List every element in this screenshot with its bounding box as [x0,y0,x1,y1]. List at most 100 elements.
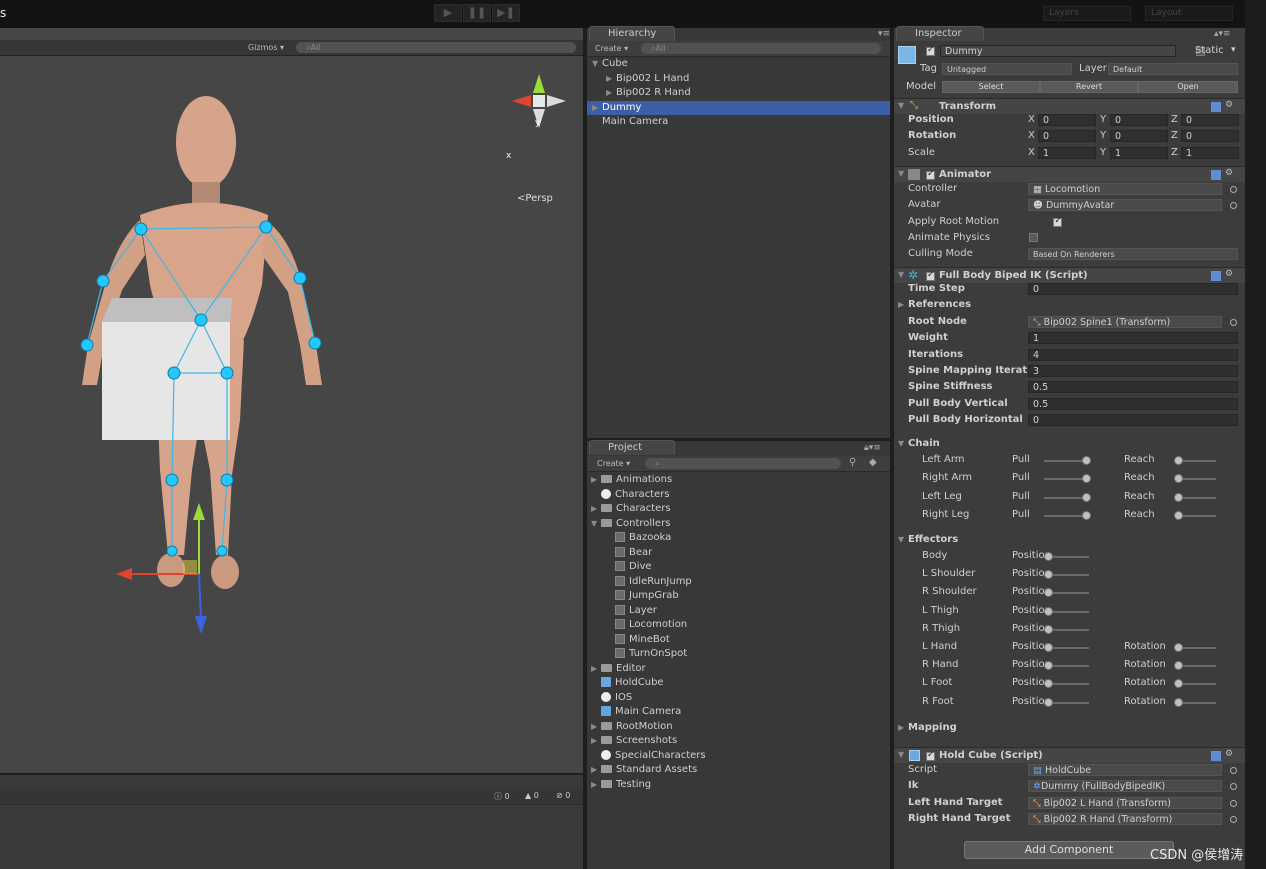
effectors-title[interactable]: Effectors [908,534,958,545]
avatar-field[interactable]: ☻ DummyAvatar [1028,199,1222,211]
project-item[interactable]: Locomotion [587,618,890,633]
panel-menu-icon[interactable]: ▾≡ [878,29,890,39]
project-item[interactable]: ▶ Screenshots [587,734,890,749]
transform-y-field[interactable]: 0 [1110,130,1168,143]
held-cube[interactable] [102,298,232,440]
slider-knob[interactable] [1044,643,1053,652]
culling-mode-dropdown[interactable]: Based On Renderers [1028,248,1238,260]
object-picker-icon[interactable] [1230,783,1237,791]
slider-knob[interactable] [1044,697,1053,707]
ik-field-object[interactable]: ⤡ Bip002 Spine1 (Transform) [1028,315,1222,328]
slider-knob[interactable] [1044,588,1053,598]
animator-enabled-checkbox[interactable] [926,169,935,180]
lock-icon[interactable]: 🔒︎▾≡ [864,443,881,453]
expand-arrow-icon[interactable]: ▶ [591,662,601,677]
slider-knob[interactable] [1174,643,1183,652]
animate-physics-checkbox[interactable] [1029,233,1038,242]
slider-knob[interactable] [1044,570,1053,580]
help-icon[interactable] [1211,170,1221,180]
layout-dropdown[interactable]: Layout [1145,6,1233,21]
inspector-lock-icon[interactable]: ▴▾≡ [1214,29,1231,39]
tab-project[interactable]: Project [589,440,675,455]
expand-arrow-icon[interactable]: ▶ [591,763,601,778]
slider-knob[interactable] [1174,492,1183,502]
apply-root-motion-checkbox[interactable] [1053,216,1063,227]
tab-hierarchy[interactable]: Hierarchy [589,26,675,41]
object-picker-icon[interactable] [1230,186,1237,193]
mapping-title[interactable]: Mapping [908,722,957,733]
object-picker-icon[interactable] [1230,767,1237,774]
slider-knob[interactable] [1174,474,1183,484]
slider-knob[interactable] [1082,474,1091,484]
slider-knob[interactable] [1044,679,1053,689]
slider-knob[interactable] [1082,456,1091,465]
filter-label-icon[interactable]: ◆ [869,457,877,468]
filter-type-icon[interactable]: ⚲ [849,457,856,468]
slider-knob[interactable] [1044,552,1053,561]
object-picker-icon[interactable] [1230,202,1237,209]
ik-field-value[interactable]: 3 [1028,365,1238,377]
hierarchy-create-button[interactable]: Create ▾ [595,43,628,55]
project-create-button[interactable]: Create ▾ [597,458,630,470]
project-item[interactable]: MineBot [587,633,890,648]
project-item[interactable]: HoldCube [587,676,890,691]
holdcube-field-object[interactable]: ▤ HoldCube [1028,764,1222,776]
slider-knob[interactable] [1174,661,1183,671]
hierarchy-item[interactable]: ▶ Bip002 L Hand [587,72,890,87]
project-item[interactable]: ▶ RootMotion [587,720,890,735]
object-name-field[interactable]: Dummy [940,45,1176,57]
transform-z-field[interactable]: 0 [1181,114,1239,126]
gear-icon[interactable]: ⚙ [1225,168,1233,178]
project-item[interactable]: Dive [587,560,890,575]
active-checkbox[interactable] [926,45,935,56]
expand-arrow-icon[interactable]: ▶ [591,734,601,749]
holdcube-field-object[interactable]: ⤡ Bip002 R Hand (Transform) [1028,813,1222,826]
step-button[interactable]: ▶❚ [492,4,520,22]
holdcube-enabled-checkbox[interactable] [926,750,935,761]
holdcube-header[interactable]: ▼ Hold Cube (Script) ⚙ [894,747,1245,763]
hierarchy-item[interactable]: Main Camera [587,115,890,130]
transform-x-field[interactable]: 0 [1038,114,1096,126]
slider-knob[interactable] [1044,606,1053,616]
ik-enabled-checkbox[interactable] [926,270,935,281]
info-count[interactable]: ⓘ 0 [494,791,510,802]
gear-icon[interactable]: ⚙ [1225,269,1233,279]
project-item[interactable]: Bear [587,546,890,561]
project-item[interactable]: Layer [587,604,890,619]
project-search-input[interactable]: ⌕ [645,458,841,469]
expand-arrow-icon[interactable]: ▶ [606,86,616,101]
hierarchy-item[interactable]: ▶ Dummy [587,100,890,115]
slider-knob[interactable] [1174,456,1183,465]
hierarchy-item[interactable]: ▼ Cube [587,57,890,72]
help-icon[interactable] [1211,102,1221,112]
hierarchy-search-input[interactable]: ⌕All [641,43,881,54]
ik-field-value[interactable]: 1 [1028,332,1238,345]
slider-knob[interactable] [1044,661,1053,671]
ik-field-value[interactable]: 0 [1028,414,1238,427]
project-item[interactable]: ▼ Controllers [587,517,890,532]
model-select-button[interactable]: Select [942,81,1040,93]
ik-field-value[interactable]: 0.5 [1028,397,1238,410]
ik-field-label[interactable]: References [908,299,971,310]
ik-field-value[interactable]: 0 [1028,283,1238,295]
layers-dropdown[interactable]: Layers [1043,6,1131,21]
hierarchy-item[interactable]: ▶ Bip002 R Hand [587,86,890,101]
slider-knob[interactable] [1082,511,1091,521]
foldout-arrow-icon[interactable]: ▶ [898,300,908,309]
project-item[interactable]: Bazooka [587,531,890,546]
scene-search-input[interactable]: ⌕All [296,42,576,53]
transform-y-field[interactable]: 1 [1110,146,1168,159]
add-component-button[interactable]: Add Component [964,841,1174,859]
model-open-button[interactable]: Open [1138,81,1238,93]
project-item[interactable]: ▶ Animations [587,473,890,488]
project-item[interactable]: Main Camera [587,705,890,720]
transform-y-field[interactable]: 0 [1110,114,1168,126]
tab-inspector[interactable]: Inspector [896,26,984,41]
expand-arrow-icon[interactable]: ▼ [591,517,601,532]
slider-knob[interactable] [1044,624,1053,634]
gear-icon[interactable]: ⚙ [1225,749,1233,759]
gear-icon[interactable]: ⚙ [1225,100,1233,110]
ik-field-value[interactable]: 0.5 [1028,381,1238,394]
help-icon[interactable] [1211,271,1221,281]
transform-x-field[interactable]: 1 [1038,146,1096,159]
